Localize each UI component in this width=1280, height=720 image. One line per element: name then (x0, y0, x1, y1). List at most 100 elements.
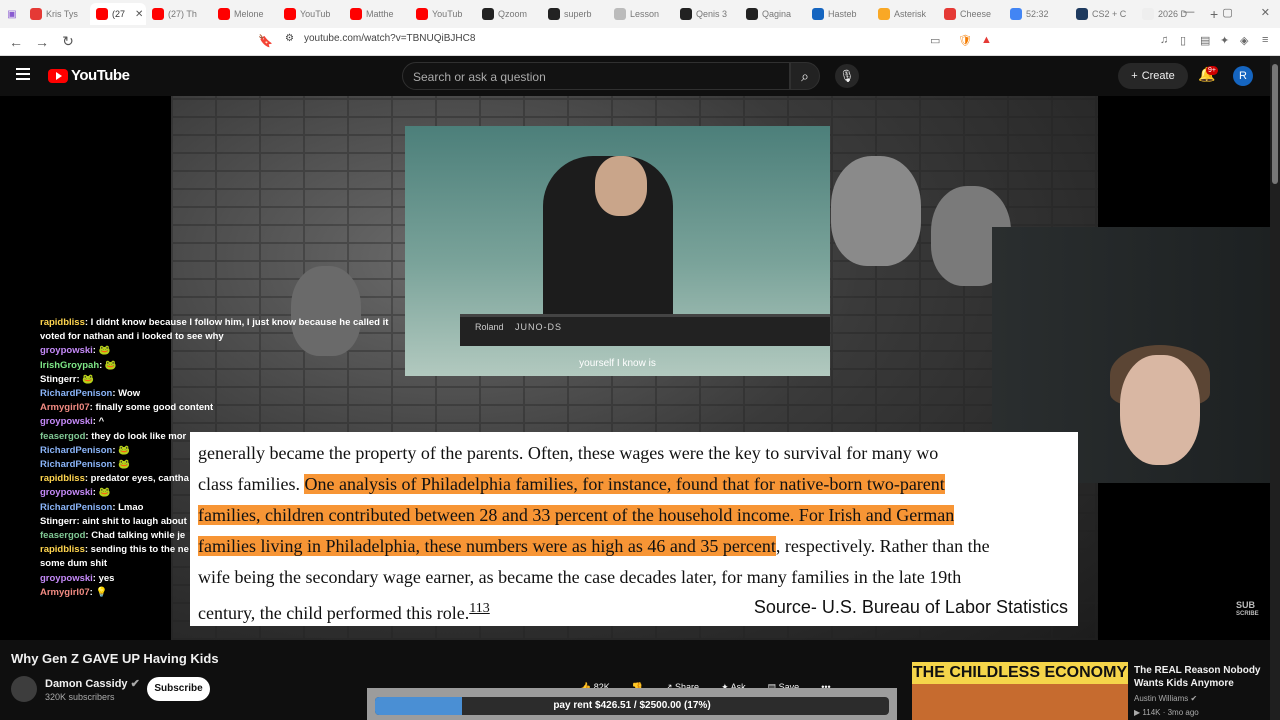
subscriber-count: 320K subscribers (45, 692, 115, 702)
chat-username[interactable]: Stingerr (40, 516, 76, 527)
chat-username[interactable]: IrishGroypah (40, 360, 99, 371)
search-icon[interactable]: ⌕ (790, 62, 820, 90)
forward-icon[interactable]: → (32, 34, 52, 50)
browser-tab[interactable]: Qagina (740, 3, 806, 25)
browser-menu-icon[interactable]: ≡ (1262, 34, 1268, 46)
tab-menu-icon[interactable]: ▣ (0, 9, 24, 20)
chat-username[interactable]: Armygirl07 (40, 587, 90, 598)
browser-tab[interactable]: CS2 + C (1070, 3, 1136, 25)
chat-username[interactable]: feasergod (40, 431, 85, 442)
wallet-icon[interactable]: ▤ (1200, 34, 1210, 47)
screen-icon[interactable]: ▭ (930, 34, 940, 47)
browser-tab[interactable]: (27 ✕ (90, 3, 146, 25)
chat-username[interactable]: Stingerr (40, 374, 76, 385)
chat-username[interactable]: RichardPenison (40, 502, 112, 513)
chat-message: Armygirl07: finally some good content (40, 401, 400, 415)
chat-username[interactable]: RichardPenison (40, 445, 112, 456)
chat-text: : finally some good content (89, 402, 214, 414)
chat-message: some dum shit (40, 557, 400, 571)
recommended-channel[interactable]: Austin Williams ✔ (1134, 694, 1197, 703)
media-icon[interactable]: ♫ (1160, 34, 1168, 46)
tab-label: 52:32 (1026, 9, 1049, 19)
browser-tab[interactable]: Matthe (344, 3, 410, 25)
youtube-logo[interactable]: YouTube (48, 67, 130, 84)
chat-message: groypowski: 🐸 (40, 486, 400, 500)
ai-icon[interactable]: ✦ (1220, 34, 1229, 47)
verified-icon: ✔ (130, 678, 140, 690)
tab-favicon-icon (218, 8, 230, 20)
logo-text: YouTube (71, 67, 130, 84)
chat-username[interactable]: RichardPenison (40, 388, 112, 399)
chat-username[interactable]: groypowski (40, 416, 93, 427)
chat-text: : 🐸 (99, 359, 117, 371)
url-field[interactable]: ⚙ youtube.com/watch?v=TBNUQiBJHC8 (285, 33, 475, 44)
rewards-icon[interactable]: ▲ (981, 34, 992, 46)
search-input[interactable]: Search or ask a question (402, 62, 790, 90)
browser-tab[interactable]: Asterisk (872, 3, 938, 25)
browser-tab[interactable]: Kris Tys (24, 3, 90, 25)
sidebar-icon[interactable]: ▯ (1180, 34, 1186, 47)
brave-shield-icon[interactable]: 🛡 (958, 34, 972, 47)
chat-username[interactable]: Armygirl07 (40, 402, 90, 413)
browser-tab[interactable]: Melone (212, 3, 278, 25)
tab-label: Asterisk (894, 9, 927, 19)
chat-username[interactable]: rapidbliss (40, 544, 85, 555)
browser-tab[interactable]: Hasteb (806, 3, 872, 25)
browser-tab[interactable]: YouTub (410, 3, 476, 25)
chat-message: rapidbliss: I didnt know because I follo… (40, 316, 400, 330)
browser-tab[interactable]: Lesson (608, 3, 674, 25)
chat-message: feasergod: they do look like mor (40, 430, 400, 444)
microphone-icon[interactable]: 🎙 (835, 64, 859, 88)
hamburger-menu-icon[interactable] (16, 68, 30, 80)
browser-tab[interactable]: Qzoom (476, 3, 542, 25)
chat-username[interactable]: rapidbliss (40, 473, 85, 484)
tab-label: superb (564, 9, 592, 19)
tab-favicon-icon (548, 8, 560, 20)
chat-username[interactable]: RichardPenison (40, 459, 112, 470)
chat-username[interactable]: groypowski (40, 345, 93, 356)
create-label: Create (1141, 70, 1175, 82)
page-scrollbar[interactable] (1270, 56, 1280, 720)
chat-text: : sending this to the ne (84, 544, 189, 556)
tab-favicon-icon (944, 8, 956, 20)
video-player[interactable]: Roland JUNO-DS yourself I know is genera… (0, 96, 1270, 640)
subscribe-watermark[interactable]: SUB SCRIBE (1236, 601, 1259, 619)
bookmark-icon[interactable]: 🔖 (258, 34, 273, 48)
create-button[interactable]: + Create (1118, 63, 1188, 89)
close-tab-icon[interactable]: ✕ (135, 9, 143, 20)
notification-count-badge: 9+ (1206, 66, 1218, 75)
browser-tab[interactable]: YouTub (278, 3, 344, 25)
chat-text: voted for nathan and i looked to see why (40, 331, 224, 343)
window-controls[interactable]: — ▢ ✕ (1183, 6, 1270, 19)
subscribe-button[interactable]: Subscribe (147, 677, 210, 701)
browser-tab[interactable]: Qenis 3 (674, 3, 740, 25)
tab-favicon-icon (350, 8, 362, 20)
chat-username[interactable]: feasergod (40, 530, 85, 541)
account-avatar[interactable]: R (1233, 66, 1253, 86)
thumbnail-text: THE CHILDLESS ECONOMY (912, 662, 1128, 684)
tab-favicon-icon (1010, 8, 1022, 20)
browser-tab[interactable]: (27) Th (146, 3, 212, 25)
vpn-icon[interactable]: ◈ (1240, 34, 1248, 47)
chat-username[interactable]: groypowski (40, 487, 93, 498)
chat-message: IrishGroypah: 🐸 (40, 359, 400, 373)
browser-tab[interactable]: 52:32 (1004, 3, 1070, 25)
chat-text: : 💡 (89, 586, 108, 598)
browser-tab[interactable]: Cheese (938, 3, 1004, 25)
browser-tab[interactable]: superb (542, 3, 608, 25)
channel-avatar[interactable] (11, 676, 37, 702)
chat-username[interactable]: rapidbliss (40, 317, 85, 328)
browser-tab-bar: ▣ Kris Tys (27 ✕ (27) Th Melone YouTub Matthe Yo… (0, 0, 1280, 28)
chat-text: some dum shit (40, 558, 108, 570)
verified-icon: ✔ (1190, 694, 1198, 703)
tab-favicon-icon (96, 8, 108, 20)
embedded-video-clip: Roland JUNO-DS yourself I know is (405, 126, 830, 376)
channel-name[interactable]: Damon Cassidy ✔ (45, 677, 140, 690)
footnote-ref: 113 (469, 601, 490, 616)
site-info-icon[interactable]: ⚙ (285, 33, 294, 44)
reload-icon[interactable]: ↻ (58, 33, 78, 50)
back-icon[interactable]: ← (6, 34, 26, 50)
recommended-thumbnail[interactable]: THE CHILDLESS ECONOMY (912, 662, 1128, 720)
chat-username[interactable]: groypowski (40, 573, 93, 584)
recommended-title[interactable]: The REAL Reason Nobody Wants Kids Anymor… (1134, 664, 1264, 690)
